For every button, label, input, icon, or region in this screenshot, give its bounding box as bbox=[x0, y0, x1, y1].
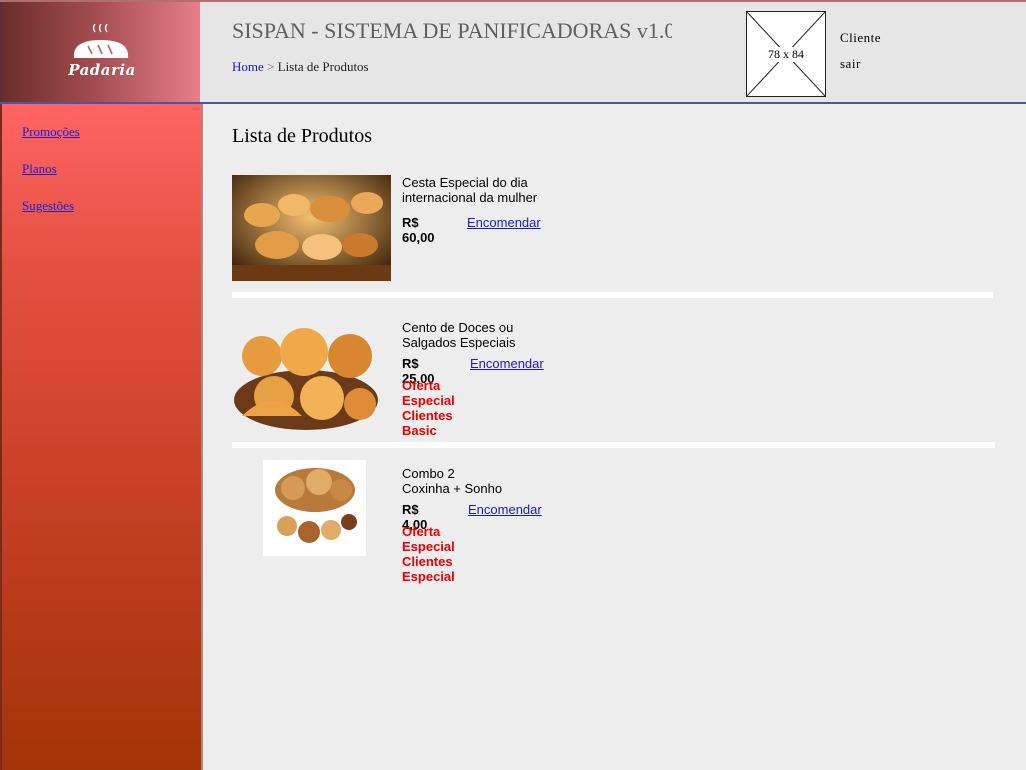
image-placeholder-label: 78 x 84 bbox=[747, 47, 825, 62]
divider bbox=[232, 292, 993, 298]
offer-audience: Clientes Especial bbox=[402, 554, 455, 584]
sidebar-item-promocoes[interactable]: Promoções bbox=[22, 124, 80, 140]
bread-icon bbox=[73, 24, 129, 58]
site-title: SISPAN - SISTEMA DE PANIFICADORAS v1.0 bbox=[232, 18, 672, 43]
logout-link[interactable]: sair bbox=[840, 56, 861, 72]
breadcrumb-current: Lista de Produtos bbox=[277, 59, 369, 74]
divider bbox=[232, 442, 995, 448]
offer-audience: Clientes Basic bbox=[402, 408, 453, 438]
product-name-line1: Cesta Especial do dia bbox=[402, 175, 528, 190]
product-image-pastries bbox=[232, 320, 380, 436]
sidebar: Promoções Planos Sugestões bbox=[0, 104, 203, 770]
product-name-line2: Salgados Especiais bbox=[402, 335, 516, 350]
product-name-line1: Combo 2 bbox=[402, 466, 455, 481]
product-image-bread-basket bbox=[232, 175, 391, 281]
logo: Padaria bbox=[0, 2, 200, 102]
logo-text: Padaria bbox=[68, 61, 136, 79]
product-name-line2: Coxinha + Sonho bbox=[402, 481, 503, 496]
product-price: R$ 60,00 bbox=[402, 215, 435, 245]
order-link[interactable]: Encomendar bbox=[468, 502, 542, 517]
offer-title: Oferta Especial bbox=[402, 524, 455, 554]
header: Padaria SISPAN - SISTEMA DE PANIFICADORA… bbox=[0, 0, 1026, 104]
product-name-line2: internacional da mulher bbox=[402, 190, 538, 205]
page-title: Lista de Produtos bbox=[232, 125, 372, 147]
product-name: Cesta Especial do dia internacional da m… bbox=[402, 175, 572, 205]
user-name: Cliente bbox=[840, 30, 882, 45]
sidebar-item-planos[interactable]: Planos bbox=[22, 161, 57, 177]
offer-title: Oferta Especial bbox=[402, 378, 455, 408]
sidebar-item-sugestoes[interactable]: Sugestões bbox=[22, 198, 74, 214]
product-name-line1: Cento de Doces ou bbox=[402, 320, 514, 335]
offer-badge: Oferta Especial Clientes Basic bbox=[402, 378, 455, 438]
product-image-combo bbox=[263, 460, 366, 556]
breadcrumb-home-link[interactable]: Home bbox=[232, 59, 264, 74]
breadcrumb-separator: > bbox=[267, 59, 275, 74]
order-link[interactable]: Encomendar bbox=[470, 356, 544, 371]
offer-badge: Oferta Especial Clientes Especial bbox=[402, 524, 455, 584]
product-name: Combo 2 Coxinha + Sonho bbox=[402, 466, 572, 496]
product-name: Cento de Doces ou Salgados Especiais bbox=[402, 320, 572, 350]
order-link[interactable]: Encomendar bbox=[467, 215, 541, 230]
breadcrumb: Home > Lista de Produtos bbox=[232, 59, 369, 75]
user-image-placeholder: 78 x 84 bbox=[746, 11, 826, 97]
